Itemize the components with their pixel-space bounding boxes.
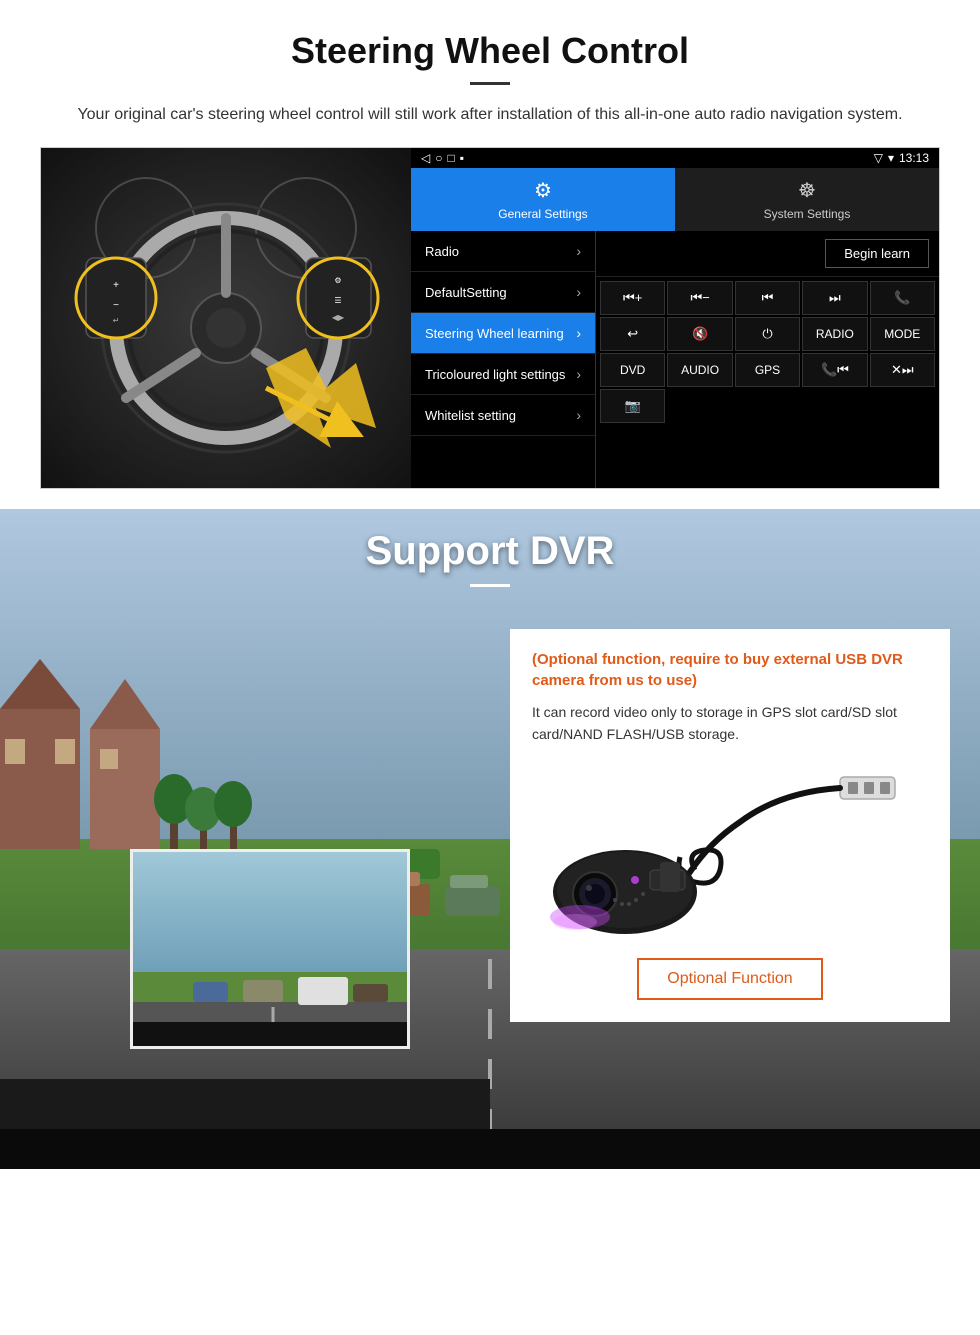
begin-learn-button[interactable]: Begin learn xyxy=(825,239,929,268)
dvr-info-card: (Optional function, require to buy exter… xyxy=(510,629,950,1022)
status-bar: ◁ ○ □ ▪ ▽ ▾ 13:13 xyxy=(411,148,939,168)
menu-btn[interactable]: ▪ xyxy=(460,151,464,165)
menu-item-radio[interactable]: Radio › xyxy=(411,231,595,272)
menu-item-whitelist[interactable]: Whitelist setting › xyxy=(411,395,595,436)
svg-text:↵: ↵ xyxy=(113,316,120,325)
tab-general-label: General Settings xyxy=(498,207,587,221)
btn-power[interactable]: ⏻ xyxy=(735,317,800,351)
wifi-icon: ▾ xyxy=(888,151,894,165)
dvr-title-divider xyxy=(470,584,510,587)
dvr-camera-image xyxy=(532,762,928,942)
btn-camera[interactable]: 📷 xyxy=(600,389,665,423)
menu-left: Radio › DefaultSetting › Steering Wheel … xyxy=(411,231,596,488)
home-btn[interactable]: ○ xyxy=(435,151,442,165)
android-tabs: ⚙ General Settings ☸ System Settings xyxy=(411,168,939,231)
menu-item-steering[interactable]: Steering Wheel learning › xyxy=(411,313,595,354)
begin-learn-row: Begin learn xyxy=(596,231,939,277)
chevron-icon: › xyxy=(576,366,581,382)
chevron-icon: › xyxy=(576,325,581,341)
btn-mute[interactable]: 🔇 xyxy=(667,317,732,351)
menu-whitelist-label: Whitelist setting xyxy=(425,408,516,423)
steering-description: Your original car's steering wheel contr… xyxy=(60,103,920,127)
steering-wheel-image: + − ↵ ⚙ ☰ ◀▶ xyxy=(66,168,386,468)
dvr-title-overlay: Support DVR xyxy=(0,509,980,617)
recent-btn[interactable]: □ xyxy=(447,151,454,165)
btn-radio[interactable]: RADIO xyxy=(802,317,867,351)
btn-gps[interactable]: GPS xyxy=(735,353,800,387)
optional-function-button[interactable]: Optional Function xyxy=(637,958,822,1000)
back-btn[interactable]: ◁ xyxy=(421,151,430,165)
signal-icon: ▽ xyxy=(874,151,883,165)
steering-photo: + − ↵ ⚙ ☰ ◀▶ xyxy=(41,148,411,488)
steering-section: Steering Wheel Control Your original car… xyxy=(0,0,980,509)
btn-prev-track[interactable]: ⏮ xyxy=(735,281,800,315)
btn-mode[interactable]: MODE xyxy=(870,317,935,351)
btn-phone[interactable]: 📞 xyxy=(870,281,935,315)
tab-system-label: System Settings xyxy=(764,207,851,221)
btn-cancel-next[interactable]: ✕⏭ xyxy=(870,353,935,387)
btn-vol-up[interactable]: ⏮+ xyxy=(600,281,665,315)
svg-text:◀▶: ◀▶ xyxy=(332,313,345,322)
dvr-background: Support DVR xyxy=(0,509,980,1169)
control-button-grid: ⏮+ ⏮− ⏮ ⏭ 📞 ↩ 🔇 ⏻ RADIO MODE DVD AUDIO xyxy=(596,277,939,427)
dvr-optional-text: (Optional function, require to buy exter… xyxy=(532,649,928,691)
gear-icon: ⚙ xyxy=(534,178,552,203)
chevron-icon: › xyxy=(576,407,581,423)
svg-text:☰: ☰ xyxy=(334,296,341,305)
svg-text:−: − xyxy=(113,300,119,311)
dvr-section: Support DVR xyxy=(0,509,980,1169)
menu-tricolour-label: Tricoloured light settings xyxy=(425,367,565,382)
tab-general[interactable]: ⚙ General Settings xyxy=(411,168,675,231)
android-panel: ◁ ○ □ ▪ ▽ ▾ 13:13 ⚙ General Settings ☸ S… xyxy=(411,148,939,488)
btn-phone-prev[interactable]: 📞⏮ xyxy=(802,353,867,387)
btn-hang-up[interactable]: ↩ xyxy=(600,317,665,351)
dvr-camera-svg xyxy=(540,762,920,942)
menu-steering-label: Steering Wheel learning xyxy=(425,326,564,341)
btn-audio[interactable]: AUDIO xyxy=(667,353,732,387)
dvr-thumbnail-svg xyxy=(133,852,410,1049)
dvr-description: It can record video only to storage in G… xyxy=(532,701,928,746)
menu-item-default[interactable]: DefaultSetting › xyxy=(411,272,595,313)
system-icon: ☸ xyxy=(798,178,816,203)
chevron-icon: › xyxy=(576,243,581,259)
dvr-title: Support DVR xyxy=(20,529,960,574)
btn-vol-down[interactable]: ⏮− xyxy=(667,281,732,315)
menu-radio-label: Radio xyxy=(425,244,459,259)
menu-default-label: DefaultSetting xyxy=(425,285,507,300)
time-display: 13:13 xyxy=(899,151,929,165)
btn-next-track[interactable]: ⏭ xyxy=(802,281,867,315)
btn-dvd[interactable]: DVD xyxy=(600,353,665,387)
page-title: Steering Wheel Control xyxy=(40,30,940,72)
svg-text:+: + xyxy=(113,280,119,291)
chevron-icon: › xyxy=(576,284,581,300)
android-menu: Radio › DefaultSetting › Steering Wheel … xyxy=(411,231,939,488)
title-divider xyxy=(470,82,510,85)
tab-system[interactable]: ☸ System Settings xyxy=(675,168,939,231)
menu-item-tricolour[interactable]: Tricoloured light settings › xyxy=(411,354,595,395)
svg-text:⚙: ⚙ xyxy=(334,276,341,285)
menu-right: Begin learn ⏮+ ⏮− ⏮ ⏭ 📞 ↩ 🔇 ⏻ R xyxy=(596,231,939,488)
dvr-screenshot-thumbnail xyxy=(130,849,410,1049)
steering-composite: + − ↵ ⚙ ☰ ◀▶ xyxy=(40,147,940,489)
